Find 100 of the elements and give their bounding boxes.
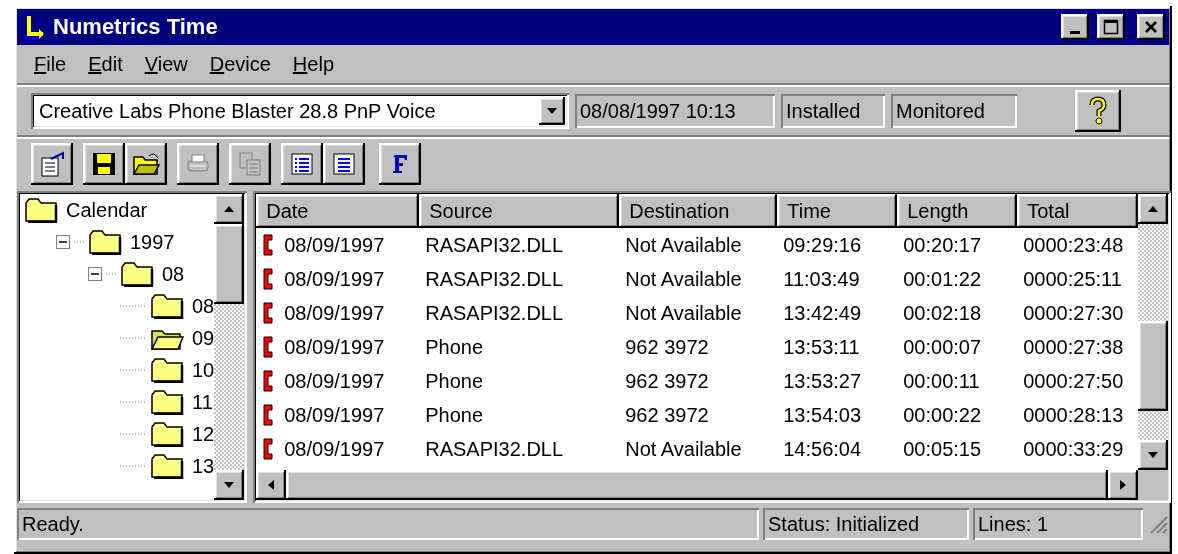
- collapse-icon[interactable]: [88, 267, 102, 281]
- table-cell-text: Not Available: [624, 233, 743, 257]
- status-pane: Status: Initialized: [763, 508, 969, 540]
- tree-item[interactable]: 09: [188, 326, 215, 350]
- toolbar-button[interactable]: [281, 143, 323, 185]
- column-header[interactable]: Destination: [619, 194, 778, 228]
- close-icon: [1144, 20, 1158, 34]
- column-header[interactable]: Length: [897, 194, 1018, 228]
- status-pane: Ready.: [17, 508, 759, 540]
- tree-item[interactable]: 11: [188, 390, 213, 414]
- toolbar-button[interactable]: [379, 143, 421, 185]
- tree-line: [74, 241, 84, 243]
- menu-item[interactable]: Help: [281, 52, 345, 76]
- maximize-icon: [1103, 19, 1119, 35]
- folder-icon: [150, 453, 184, 479]
- scroll-up-button[interactable]: [1138, 194, 1169, 224]
- folder-icon: [120, 261, 154, 287]
- menu-item[interactable]: View: [133, 52, 199, 76]
- tree-item[interactable]: Calendar: [62, 198, 148, 222]
- table-cell-text: 13:54:03: [782, 403, 863, 427]
- table-cell-text: 08/09/1997: [283, 267, 385, 291]
- status-pane: Lines: 1: [973, 508, 1143, 540]
- collapse-icon[interactable]: [56, 235, 70, 249]
- help-button[interactable]: [1075, 90, 1121, 132]
- tree-line: [120, 401, 146, 403]
- tree-line: [106, 273, 116, 275]
- device-dropdown[interactable]: Creative Labs Phone Blaster 28.8 PnP Voice: [31, 93, 569, 129]
- scroll-down-button[interactable]: [1138, 440, 1169, 470]
- toolbar-button[interactable]: [323, 143, 365, 185]
- phone-icon: [262, 368, 275, 394]
- table-cell-text: 08/09/1997: [283, 369, 385, 393]
- table-cell-text: 00:01:22: [902, 267, 983, 291]
- tree-item[interactable]: 1997: [126, 230, 175, 254]
- table-cell-text: 0000:27:50: [1022, 369, 1125, 393]
- table-cell-text: 14:56:04: [782, 437, 863, 461]
- column-header[interactable]: Source: [419, 194, 620, 228]
- table-cell-text: 962 3972: [624, 369, 710, 393]
- table-cell-text: 0000:27:38: [1022, 335, 1125, 359]
- table-cell-text: 00:20:17: [902, 233, 983, 257]
- scroll-down-button[interactable]: [214, 470, 245, 500]
- tree-line: [120, 369, 146, 371]
- phone-icon: [262, 436, 275, 462]
- table-cell-text: 08/09/1997: [283, 437, 385, 461]
- column-header[interactable]: Date: [256, 194, 420, 228]
- table-cell-text: 962 3972: [624, 403, 710, 427]
- vertical-scrollbar[interactable]: [214, 194, 245, 500]
- table-cell-text: 00:00:22: [902, 403, 983, 427]
- table-cell-text: 962 3972: [624, 335, 710, 359]
- tree-line: [120, 305, 146, 307]
- toolbar-button[interactable]: [125, 143, 167, 185]
- table-cell-text: 08/09/1997: [283, 335, 385, 359]
- table-cell-text: 13:53:11: [782, 335, 861, 359]
- table-cell-text: 08/09/1997: [283, 403, 385, 427]
- close-button[interactable]: [1137, 14, 1165, 40]
- datetime-field: 08/08/1997 10:13: [575, 94, 775, 128]
- scroll-left-button[interactable]: [256, 470, 287, 500]
- table-cell-text: 00:00:11: [902, 369, 981, 393]
- tree-item[interactable]: 08: [158, 262, 185, 286]
- toolbar-button[interactable]: [31, 143, 73, 185]
- minimize-button[interactable]: [1061, 14, 1089, 40]
- phone-icon: [262, 300, 275, 326]
- table-cell-text: Not Available: [624, 267, 743, 291]
- vertical-scrollbar[interactable]: [1138, 194, 1169, 470]
- minimize-icon: [1070, 30, 1080, 34]
- scroll-up-button[interactable]: [214, 194, 245, 224]
- folder-icon: [150, 389, 184, 415]
- toolbar-button[interactable]: [83, 143, 125, 185]
- monitor-status-field: Monitored: [891, 94, 1017, 128]
- tree-item[interactable]: 10: [188, 358, 215, 382]
- column-header[interactable]: Time: [777, 194, 898, 228]
- table-cell-text: 00:02:18: [902, 301, 983, 325]
- table-cell-text: 09:29:16: [782, 233, 863, 257]
- dropdown-button[interactable]: [539, 97, 565, 125]
- table-cell-text: 13:53:27: [782, 369, 863, 393]
- menu-item[interactable]: File: [23, 52, 78, 76]
- table-cell-text: 0000:33:29: [1022, 437, 1125, 461]
- app-logo-icon: [21, 14, 47, 40]
- tree-line: [120, 433, 146, 435]
- table-cell-text: Phone: [424, 369, 485, 393]
- table-cell-text: RASAPI32.DLL: [424, 301, 565, 325]
- tree-item[interactable]: 12: [188, 422, 215, 446]
- table-cell-text: Not Available: [624, 301, 743, 325]
- folder-icon: [150, 293, 184, 319]
- phone-icon: [262, 266, 275, 292]
- menu-item[interactable]: Edit: [77, 52, 134, 76]
- tree-item[interactable]: 08: [188, 294, 215, 318]
- tree-line: [120, 337, 146, 339]
- maximize-button[interactable]: [1097, 14, 1125, 40]
- menu-item[interactable]: Device: [198, 52, 282, 76]
- table-cell-text: RASAPI32.DLL: [424, 267, 565, 291]
- table-cell-text: 11:03:49: [782, 267, 861, 291]
- column-header[interactable]: Total: [1017, 194, 1139, 228]
- table-cell-text: 0000:28:13: [1022, 403, 1125, 427]
- table-cell-text: RASAPI32.DLL: [424, 233, 565, 257]
- table-cell-text: 08/09/1997: [283, 233, 385, 257]
- folder-icon: [150, 357, 184, 383]
- scroll-right-button[interactable]: [1108, 470, 1139, 500]
- window-title: Numetrics Time: [53, 14, 219, 40]
- tree-item[interactable]: 13: [188, 454, 215, 478]
- table-cell-text: 00:00:07: [902, 335, 983, 359]
